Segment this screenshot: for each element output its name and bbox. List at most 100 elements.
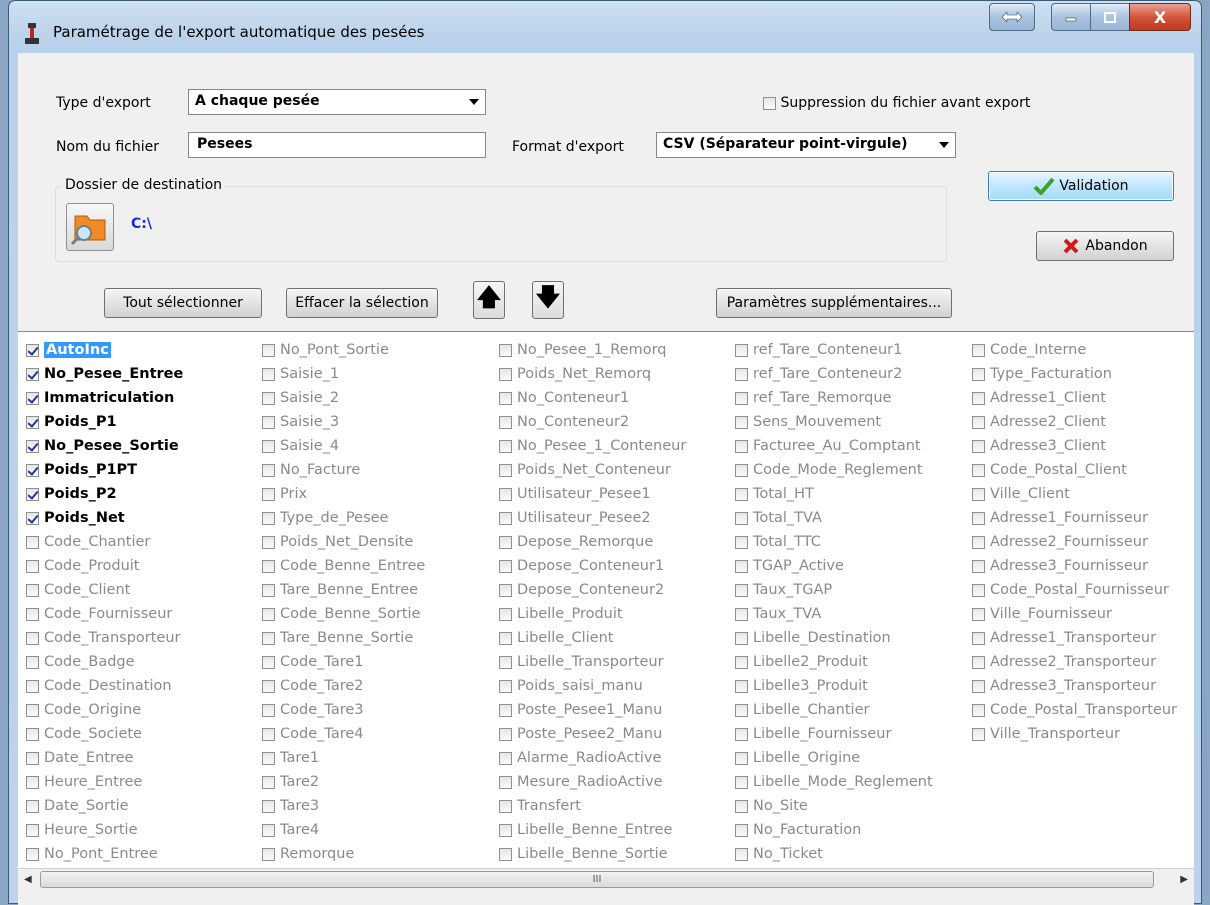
field-checkbox[interactable] [499,679,512,693]
field-checkbox[interactable] [735,655,748,669]
field-item[interactable]: Transfert [499,794,686,818]
field-checkbox[interactable] [26,847,39,861]
field-item[interactable]: No_Facture [262,458,425,482]
field-item[interactable]: Code_Chantier [26,530,183,554]
field-checkbox[interactable] [26,511,39,525]
field-checkbox[interactable] [262,367,275,381]
field-item[interactable]: Libelle_Mode_Reglement [735,770,933,794]
field-item[interactable]: Libelle_Fournisseur [735,722,933,746]
field-item[interactable]: Saisie_3 [262,410,425,434]
field-item[interactable]: Code_Destination [26,674,183,698]
field-checkbox[interactable] [26,703,39,717]
field-item[interactable]: No_Pesee_1_Remorq [499,338,686,362]
field-item[interactable]: Heure_Entree [26,770,183,794]
browse-folder-button[interactable] [66,203,114,251]
field-checkbox[interactable] [26,367,39,381]
field-item[interactable]: No_Pesee_1_Conteneur [499,434,686,458]
field-checkbox[interactable] [26,727,39,741]
validation-button[interactable]: Validation [988,171,1174,201]
field-item[interactable]: Libelle_Produit [499,602,686,626]
field-checkbox[interactable] [972,367,985,381]
field-item[interactable]: Code_Postal_Transporteur [972,698,1177,722]
field-checkbox[interactable] [499,415,512,429]
field-checkbox[interactable] [26,751,39,765]
field-item[interactable]: Code_Fournisseur [26,602,183,626]
field-checkbox[interactable] [972,487,985,501]
field-item[interactable]: Type_de_Pesee [262,506,425,530]
field-checkbox[interactable] [262,439,275,453]
field-item[interactable]: Tare2 [262,770,425,794]
field-checkbox[interactable] [972,463,985,477]
field-checkbox[interactable] [26,775,39,789]
field-checkbox[interactable] [262,559,275,573]
field-item[interactable]: Code_Postal_Client [972,458,1177,482]
close-button[interactable]: X [1129,3,1191,31]
type-export-select[interactable]: A chaque pesée [188,89,486,115]
field-checkbox[interactable] [735,631,748,645]
field-item[interactable]: Libelle_Destination [735,626,933,650]
field-checkbox[interactable] [262,751,275,765]
field-item[interactable]: Ville_Fournisseur [972,602,1177,626]
field-checkbox[interactable] [262,343,275,357]
field-checkbox[interactable] [735,439,748,453]
horizontal-scrollbar[interactable]: ◀ III ▶ [18,868,1194,891]
field-item[interactable]: ref_Tare_Conteneur2 [735,362,933,386]
field-item[interactable]: Taux_TVA [735,602,933,626]
field-checkbox[interactable] [735,343,748,357]
field-item[interactable]: Code_Origine [26,698,183,722]
field-item[interactable]: Poids_Net_Remorq [499,362,686,386]
field-checkbox[interactable] [972,391,985,405]
field-item[interactable]: Utilisateur_Pesee1 [499,482,686,506]
field-item[interactable]: Sens_Mouvement [735,410,933,434]
field-item[interactable]: ref_Tare_Remorque [735,386,933,410]
field-item[interactable]: Libelle_Origine [735,746,933,770]
field-item[interactable]: Code_Tare4 [262,722,425,746]
field-checkbox[interactable] [735,751,748,765]
field-checkbox[interactable] [735,847,748,861]
abandon-button[interactable]: Abandon [1036,231,1174,261]
field-item[interactable]: Adresse2_Client [972,410,1177,434]
scroll-left-icon[interactable]: ◀ [24,874,32,885]
field-checkbox[interactable] [26,487,39,501]
field-item[interactable]: Alarme_RadioActive [499,746,686,770]
field-item[interactable]: Facturee_Au_Comptant [735,434,933,458]
field-item[interactable]: Saisie_2 [262,386,425,410]
field-checkbox[interactable] [262,607,275,621]
field-item[interactable]: Poste_Pesee2_Manu [499,722,686,746]
field-item[interactable]: Code_Interne [972,338,1177,362]
field-checkbox[interactable] [26,679,39,693]
field-item[interactable]: Depose_Remorque [499,530,686,554]
scrollbar-thumb[interactable]: III [40,871,1154,888]
field-item[interactable]: Poids_P1 [26,410,183,434]
field-checkbox[interactable] [26,391,39,405]
field-checkbox[interactable] [972,655,985,669]
field-checkbox[interactable] [499,487,512,501]
field-item[interactable]: Poste_Pesee1_Manu [499,698,686,722]
field-checkbox[interactable] [735,367,748,381]
field-item[interactable]: Code_Societe [26,722,183,746]
suppression-checkbox[interactable] [763,96,776,110]
field-checkbox[interactable] [499,799,512,813]
field-checkbox[interactable] [262,655,275,669]
field-item[interactable]: Libelle_Chantier [735,698,933,722]
field-item[interactable]: AutoInc [26,338,183,362]
field-checkbox[interactable] [26,799,39,813]
field-checkbox[interactable] [972,607,985,621]
field-item[interactable]: No_Pont_Entree [26,842,183,866]
move-up-button[interactable]: 🡅 [473,281,505,319]
field-checkbox[interactable] [26,607,39,621]
field-checkbox[interactable] [972,583,985,597]
field-item[interactable]: Adresse1_Fournisseur [972,506,1177,530]
minimize-button[interactable] [1051,3,1091,31]
field-checkbox[interactable] [499,847,512,861]
field-checkbox[interactable] [499,751,512,765]
field-item[interactable]: Depose_Conteneur1 [499,554,686,578]
field-item[interactable]: Remorque [262,842,425,866]
field-checkbox[interactable] [735,463,748,477]
field-item[interactable]: Ville_Transporteur [972,722,1177,746]
select-all-button[interactable]: Tout sélectionner [104,288,262,318]
field-checkbox[interactable] [499,439,512,453]
field-checkbox[interactable] [972,439,985,453]
field-item[interactable]: Tare4 [262,818,425,842]
field-checkbox[interactable] [735,703,748,717]
